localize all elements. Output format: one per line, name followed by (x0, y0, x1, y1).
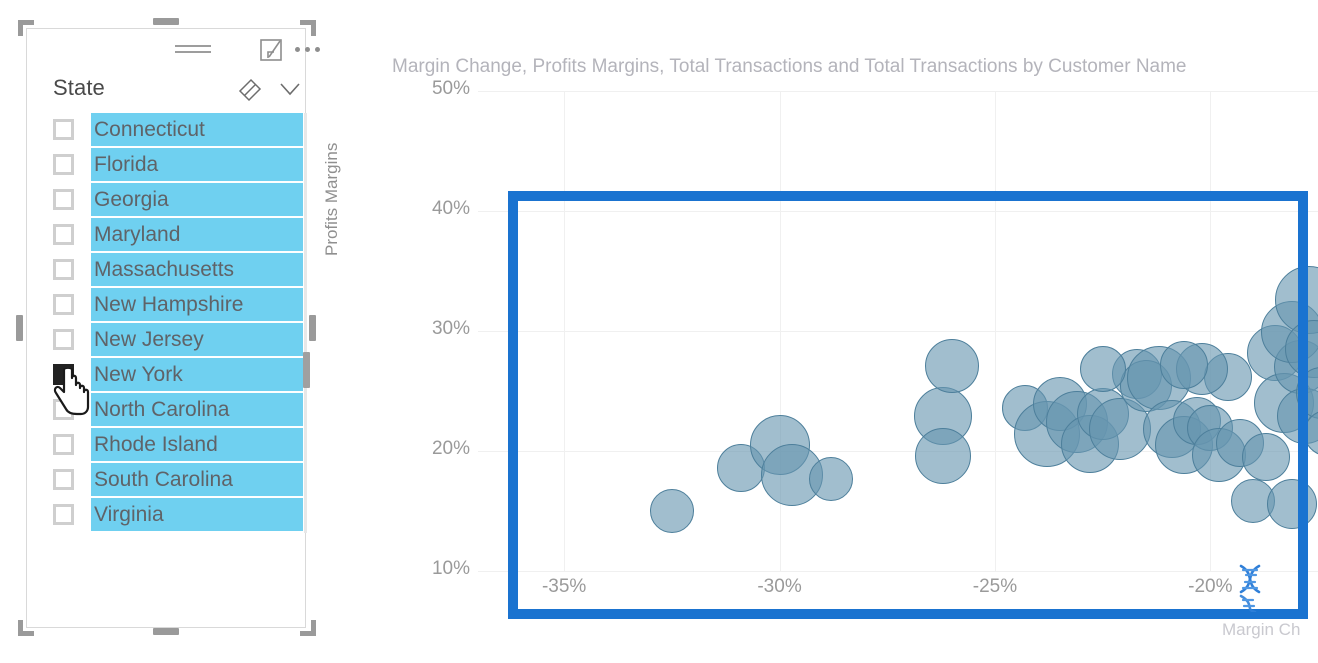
clear-selections-eraser-icon[interactable] (237, 77, 263, 103)
slicer-item-new-hampshire[interactable]: New Hampshire (27, 288, 307, 322)
bubble-data-point[interactable] (915, 427, 972, 484)
dna-helix-glyph (1239, 564, 1261, 614)
slicer-item-north-carolina[interactable]: North Carolina (27, 393, 307, 427)
slicer-item-label: Florida (91, 148, 303, 181)
slicer-item-label: Maryland (91, 218, 303, 251)
slicer-item-maryland[interactable]: Maryland (27, 218, 307, 252)
slicer-item-label: Rhode Island (91, 428, 303, 461)
slicer-item-rhode-island[interactable]: Rhode Island (27, 428, 307, 462)
slicer-scrollbar-thumb[interactable] (303, 352, 310, 388)
focus-mode-icon[interactable] (260, 39, 282, 61)
slicer-item-new-jersey[interactable]: New Jersey (27, 323, 307, 357)
slicer-scrollbar-track[interactable] (304, 113, 307, 533)
bubble-data-point[interactable] (1242, 433, 1291, 481)
slicer-item-list[interactable]: Connecticut Florida Georgia Maryland Massach… (27, 113, 307, 533)
bubble-data-point[interactable] (924, 338, 979, 393)
plot-area[interactable] (478, 91, 1318, 572)
slicer-item-florida[interactable]: Florida (27, 148, 307, 182)
slicer-item-label: North Carolina (91, 393, 303, 426)
slicer-title-row: State (27, 73, 307, 109)
y-axis-tick-label: 10% (431, 558, 470, 579)
slicer-item-label: Georgia (91, 183, 303, 216)
y-axis-title: Profits Margins (322, 142, 341, 256)
checkbox-connecticut[interactable] (53, 119, 74, 140)
y-axis-tick-label: 50% (431, 78, 470, 99)
resize-handle-bottom-center[interactable] (153, 628, 179, 635)
checkbox-virginia[interactable] (53, 504, 74, 525)
focus-mode-glyph (260, 39, 282, 61)
x-axis-tick-label: -35% (541, 576, 587, 597)
resize-handle-middle-left[interactable] (16, 315, 23, 341)
filter-icon[interactable] (175, 43, 211, 57)
resize-handle-top-center[interactable] (153, 18, 179, 25)
resize-handle-middle-right[interactable] (309, 315, 316, 341)
checkbox-georgia[interactable] (53, 189, 74, 210)
slicer-item-label: New York (91, 358, 303, 391)
slicer-item-label: Massachusetts (91, 253, 303, 286)
x-axis-ticks: -35% -30% -25% -20% (478, 576, 1318, 606)
checkbox-massachusetts[interactable] (53, 259, 74, 280)
slicer-item-south-carolina[interactable]: South Carolina (27, 463, 307, 497)
checkbox-florida[interactable] (53, 154, 74, 175)
x-axis-tick-label: -25% (972, 576, 1018, 597)
slicer-item-virginia[interactable]: Virginia (27, 498, 307, 532)
y-axis-tick-label: 30% (431, 318, 470, 339)
slicer-item-label: New Jersey (91, 323, 303, 356)
y-axis-ticks: 50% 40% 30% 20% 10% (360, 78, 470, 579)
slicer-item-label: Connecticut (91, 113, 303, 146)
state-slicer-visual[interactable]: State Connecticut Florida Georgia Maryland M… (14, 16, 320, 640)
slicer-item-new-york[interactable]: New York (27, 358, 307, 392)
slicer-item-georgia[interactable]: Georgia (27, 183, 307, 217)
bubble-data-point[interactable] (809, 456, 854, 501)
checkbox-new-york[interactable] (53, 364, 74, 385)
slicer-item-connecticut[interactable]: Connecticut (27, 113, 307, 147)
bubble-data-point[interactable] (1160, 340, 1209, 389)
bubble-data-point[interactable] (1267, 478, 1318, 529)
y-axis-tick-label: 40% (431, 198, 470, 219)
checkbox-south-carolina[interactable] (53, 469, 74, 490)
slicer-title: State (53, 75, 105, 100)
x-axis-title: Margin Ch (1222, 620, 1301, 639)
chevron-down-icon[interactable] (279, 81, 301, 97)
checkbox-rhode-island[interactable] (53, 434, 74, 455)
y-axis-tick-label: 20% (431, 438, 470, 459)
checkbox-maryland[interactable] (53, 224, 74, 245)
x-axis-tick-label: -30% (757, 576, 802, 597)
checkbox-new-hampshire[interactable] (53, 294, 74, 315)
checkbox-new-jersey[interactable] (53, 329, 74, 350)
chart-title: Margin Change, Profits Margins, Total Tr… (392, 56, 1187, 77)
chevron-down-glyph (280, 83, 300, 96)
bubble-data-point[interactable] (649, 489, 694, 533)
eraser-glyph (238, 78, 262, 102)
slicer-item-label: Virginia (91, 498, 303, 531)
bubble-layer (478, 91, 1318, 571)
slicer-item-label: South Carolina (91, 463, 303, 496)
checkbox-north-carolina[interactable] (53, 399, 74, 420)
bubble-data-point[interactable] (1079, 346, 1126, 393)
more-options-icon[interactable] (295, 47, 327, 55)
bubble-chart-visual[interactable]: Margin Change, Profits Margins, Total Tr… (322, 16, 1318, 650)
slicer-item-massachusetts[interactable]: Massachusetts (27, 253, 307, 287)
slicer-card: State Connecticut Florida Georgia Maryland M… (26, 28, 320, 628)
x-axis-tick-label: -20% (1188, 576, 1233, 597)
dna-helix-icon (1229, 562, 1271, 614)
gridline-horizontal (478, 571, 1318, 572)
slicer-header-toolbar (27, 29, 320, 69)
slicer-item-label: New Hampshire (91, 288, 303, 321)
